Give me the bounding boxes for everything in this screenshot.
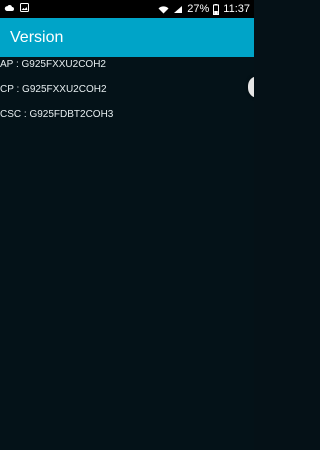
clock-time: 11:37 xyxy=(223,3,250,15)
battery-percentage: 27% xyxy=(187,3,210,15)
status-bar: 27% 11:37 xyxy=(0,0,254,18)
wifi-icon xyxy=(158,5,169,14)
version-ap: AP : G925FXXU2COH2 xyxy=(0,59,106,70)
side-handle[interactable] xyxy=(248,76,254,98)
version-csc: CSC : G925FDBT2COH3 xyxy=(0,109,114,120)
page-title: Version xyxy=(10,29,64,46)
status-right: 27% 11:37 xyxy=(158,0,250,18)
signal-icon xyxy=(173,5,183,14)
cloud-icon xyxy=(4,4,14,12)
screen: 27% 11:37 Version AP : G925FXXU2COH2 CP … xyxy=(0,0,254,450)
app-bar: Version xyxy=(0,18,254,57)
status-left xyxy=(4,3,29,12)
version-cp: CP : G925FXXU2COH2 xyxy=(0,84,107,95)
image-icon xyxy=(20,3,29,12)
battery-icon xyxy=(213,3,220,15)
